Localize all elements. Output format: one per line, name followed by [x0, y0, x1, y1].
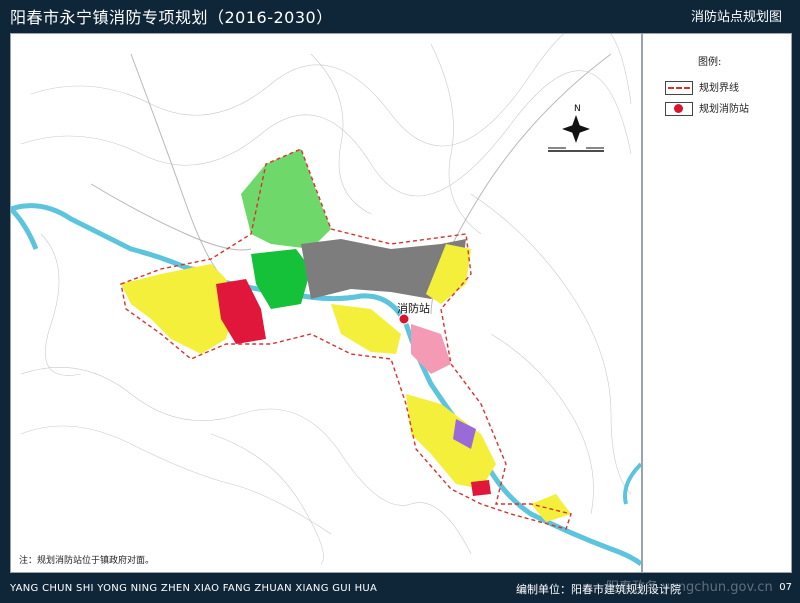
footer-bar: YANG CHUN SHI YONG NING ZHEN XIAO FANG Z…: [0, 575, 800, 603]
north-arrow-icon: [548, 115, 604, 152]
map-canvas[interactable]: N 消防站 注：规划消防站位于镇政府对面。: [10, 33, 642, 573]
boundary-line-icon: [665, 81, 693, 95]
legend-label-station: 规划消防站: [699, 104, 749, 115]
title-bar: 阳春市永宁镇消防专项规划（2016-2030） 消防站点规划图: [0, 0, 800, 31]
map-subtitle: 消防站点规划图: [690, 10, 782, 25]
residential-south: [406, 394, 496, 489]
map-graphic: [11, 34, 641, 566]
fire-station-label: 消防站: [397, 302, 430, 315]
north-label: N: [574, 104, 581, 114]
page-number: 07: [779, 582, 792, 593]
watermark: 阳春政务 yangchun.gov.cn: [606, 580, 773, 595]
legend-item-station: 规划消防站: [665, 100, 749, 116]
map-title: 阳春市永宁镇消防专项规划（2016-2030）: [10, 8, 333, 27]
commercial-south: [471, 480, 491, 496]
green-zone-north: [241, 149, 331, 249]
legend-panel: 图例: 规划界线 规划消防站: [642, 33, 792, 573]
river-east: [623, 462, 641, 505]
legend-item-boundary: 规划界线: [665, 79, 739, 95]
residential-west: [121, 264, 236, 354]
fire-station-icon: [665, 102, 693, 116]
river-branch: [11, 207, 39, 250]
legend-label-boundary: 规划界线: [699, 83, 739, 94]
map-note: 注：规划消防站位于镇政府对面。: [19, 556, 155, 566]
park-zone: [251, 249, 311, 309]
pinyin-title: YANG CHUN SHI YONG NING ZHEN XIAO FANG Z…: [10, 583, 378, 594]
legend-title: 图例:: [698, 57, 722, 68]
residential-central: [331, 304, 401, 354]
